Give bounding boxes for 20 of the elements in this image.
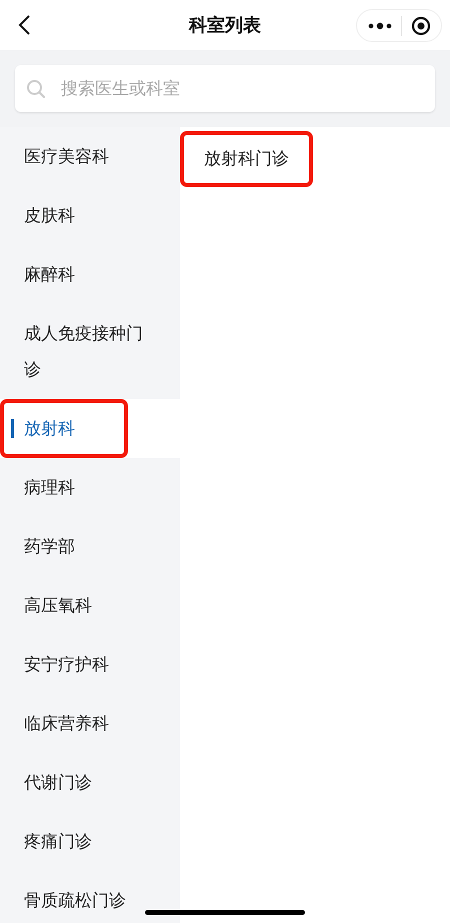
more-icon[interactable] <box>368 22 392 30</box>
department-item[interactable]: 成人免疫接种门诊 <box>0 304 180 399</box>
department-item[interactable]: 代谢门诊 <box>0 753 180 812</box>
department-item[interactable]: 临床营养科 <box>0 694 180 753</box>
department-item[interactable]: 高压氧科 <box>0 576 180 635</box>
department-item[interactable]: 骨质疏松门诊 <box>0 871 180 923</box>
department-item[interactable]: 病理科 <box>0 458 180 517</box>
clinic-item[interactable]: 放射科门诊 <box>180 131 313 187</box>
department-item[interactable]: 安宁疗护科 <box>0 635 180 694</box>
page-title: 科室列表 <box>189 14 261 37</box>
department-item[interactable]: 放射科 <box>0 399 180 458</box>
search-icon <box>26 78 46 98</box>
back-icon[interactable] <box>17 14 31 36</box>
department-item[interactable]: 麻醉科 <box>0 245 180 304</box>
department-item[interactable]: 药学部 <box>0 517 180 576</box>
department-item[interactable]: 疼痛门诊 <box>0 812 180 871</box>
department-item[interactable]: 皮肤科 <box>0 186 180 245</box>
search-field[interactable]: 搜索医生或科室 <box>15 65 435 112</box>
department-item[interactable]: 医疗美容科 <box>0 127 180 186</box>
search-input[interactable]: 搜索医生或科室 <box>59 78 435 100</box>
